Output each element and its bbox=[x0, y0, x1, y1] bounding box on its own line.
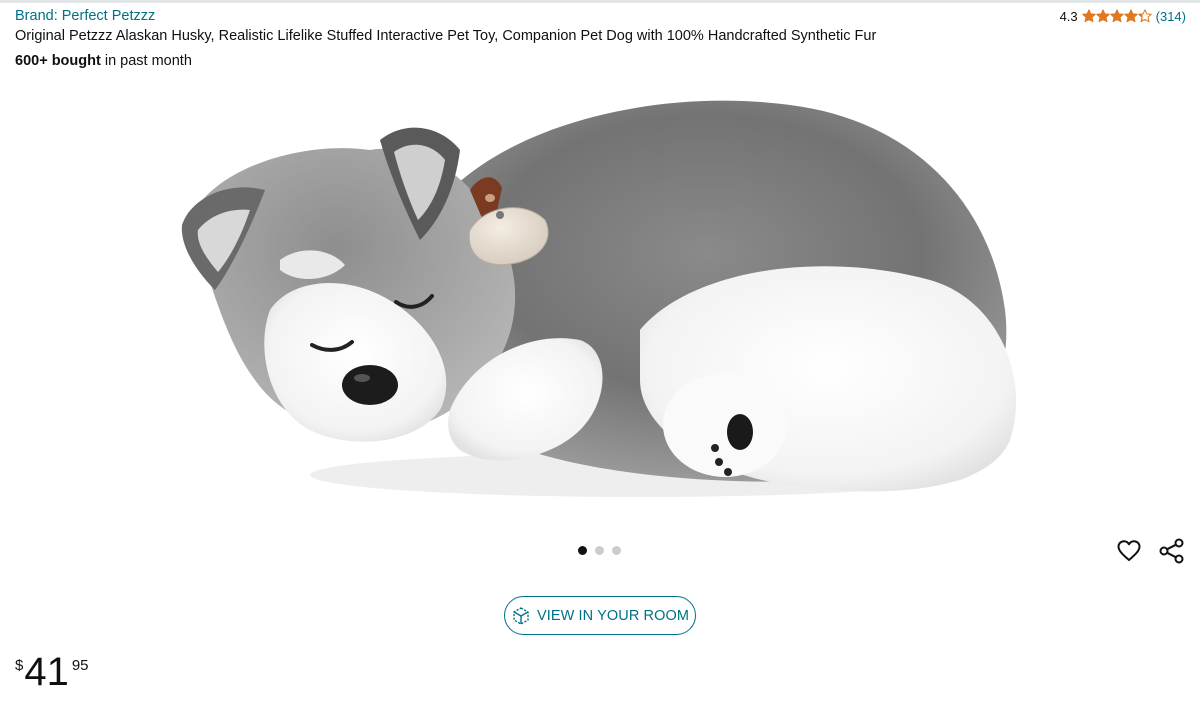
price-fraction: 95 bbox=[71, 657, 89, 674]
heart-icon bbox=[1117, 540, 1141, 561]
image-carousel-dots bbox=[578, 546, 621, 555]
star-icon bbox=[1137, 9, 1152, 23]
cube-3d-icon bbox=[513, 606, 529, 625]
view-in-your-room-label: VIEW IN YOUR ROOM bbox=[536, 607, 690, 624]
star-icon bbox=[1095, 9, 1110, 23]
price: $ 41 95 bbox=[15, 652, 89, 696]
carousel-dot-3[interactable] bbox=[612, 546, 621, 555]
product-title: Original Petzzz Alaskan Husky, Realistic… bbox=[15, 28, 877, 44]
bought-suffix: in past month bbox=[100, 53, 192, 69]
share-icon bbox=[1159, 538, 1184, 564]
star-rating bbox=[1081, 9, 1152, 23]
add-to-wishlist-button[interactable] bbox=[1116, 538, 1142, 564]
product-page: Brand: Perfect Petzzz 4.3 (314) Original… bbox=[0, 0, 1200, 715]
rating-value: 4.3 bbox=[1059, 8, 1078, 24]
star-icon bbox=[1109, 9, 1124, 23]
bought-in-past-month: 600+ bought in past month bbox=[15, 53, 192, 69]
star-icon bbox=[1081, 9, 1096, 23]
brand-link[interactable]: Brand: Perfect Petzzz bbox=[15, 8, 155, 24]
price-whole: 41 bbox=[24, 650, 69, 694]
view-in-your-room-button[interactable]: VIEW IN YOUR ROOM bbox=[504, 596, 696, 635]
rating-summary[interactable]: 4.3 (314) bbox=[1060, 7, 1186, 25]
top-divider bbox=[0, 0, 1200, 3]
bought-count: 600+ bought bbox=[15, 53, 101, 69]
product-image[interactable] bbox=[170, 80, 1040, 520]
price-currency-symbol: $ bbox=[15, 657, 24, 674]
carousel-dot-1[interactable] bbox=[578, 546, 587, 555]
star-icon bbox=[1123, 9, 1138, 23]
carousel-dot-2[interactable] bbox=[595, 546, 604, 555]
rating-count-link[interactable]: (314) bbox=[1156, 9, 1186, 24]
share-button[interactable] bbox=[1158, 538, 1186, 564]
